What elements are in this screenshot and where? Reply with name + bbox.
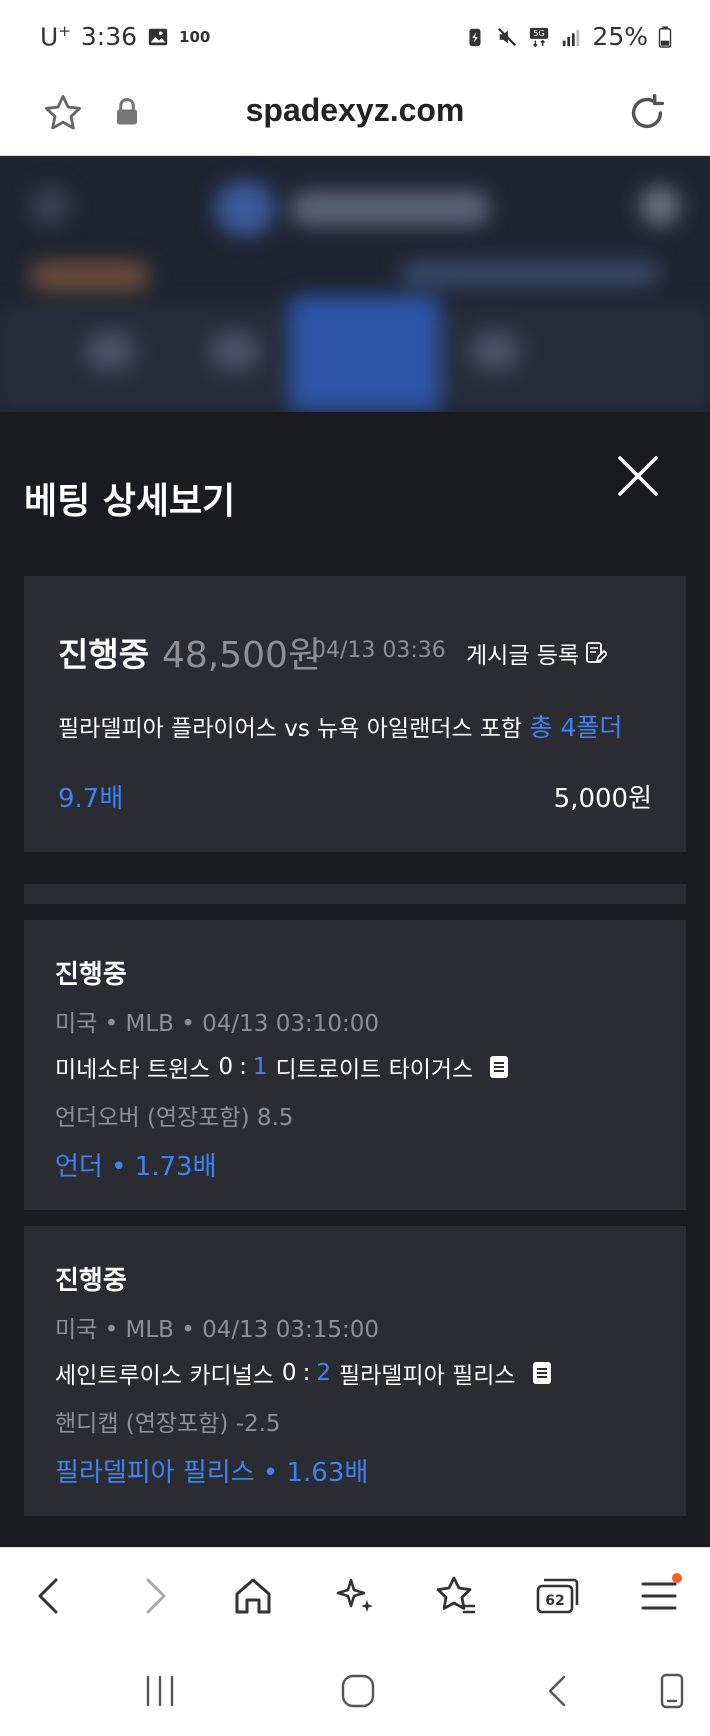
forward-icon[interactable] (130, 1572, 178, 1620)
summary-stake: 5,000원 (553, 784, 652, 814)
sparkle-icon[interactable] (331, 1572, 379, 1620)
battery-saver-icon (469, 28, 481, 46)
battery-icon (658, 25, 672, 48)
gallery-icon (148, 28, 168, 45)
bet-pick: 언더 • 1.73배 (55, 1152, 217, 1182)
status-time: 3:36 (80, 22, 138, 52)
post-register-label: 게시글 등록 (466, 643, 580, 669)
post-register-button[interactable]: 게시글 등록 (466, 636, 608, 670)
summary-match-text: 필라델피아 플라이어스 vs 뉴욕 아일랜더스 포함 (58, 716, 523, 742)
close-icon[interactable] (614, 452, 662, 500)
away-score: 1 (252, 1054, 268, 1080)
battery-percent: 25% (592, 22, 648, 51)
signal-icon (563, 29, 580, 46)
svg-text:5G: 5G (534, 28, 546, 38)
keyboard-toggle-icon[interactable] (652, 1671, 692, 1711)
home-button-icon[interactable] (338, 1671, 378, 1711)
home-icon[interactable] (229, 1572, 277, 1620)
modal-title: 베팅 상세보기 (24, 481, 236, 522)
blurred-content (0, 156, 710, 412)
bet-item-card: 진행중 미국 • MLB • 04/13 03:15:00 세인트루이스 카디널… (24, 1226, 686, 1516)
menu-icon[interactable] (635, 1572, 683, 1620)
bet-status: 진행중 (55, 1266, 127, 1296)
away-score: 2 (316, 1360, 331, 1386)
browser-toolbar: 62 (0, 1547, 710, 1643)
summary-match: 필라델피아 플라이어스 vs 뉴욕 아일랜더스 포함 총 4폴더 (58, 708, 622, 744)
status-bar: U+ 3:36 100 5G 25% (0, 0, 710, 72)
summary-status: 진행중 (58, 635, 150, 674)
home-team: 세인트루이스 카디널스 (55, 1363, 274, 1389)
bet-meta: 미국 • MLB • 04/13 03:10:00 (55, 1011, 380, 1037)
tabs-count: 62 (545, 1593, 564, 1609)
notification-badge: 100 (179, 27, 211, 46)
url-bar: spadexyz.com (0, 72, 710, 156)
document-icon[interactable] (489, 1055, 509, 1079)
section-divider (24, 884, 686, 904)
bet-summary-card: 진행중 48,500원 04/13 03:36 게시글 등록 필라델피아 플라이… (24, 576, 686, 852)
home-team: 미네소타 트윈스 (55, 1057, 211, 1083)
5g-icon: 5G (530, 27, 549, 47)
system-back-icon[interactable] (538, 1671, 578, 1711)
away-team: 디트로이트 타이거스 (275, 1057, 474, 1083)
summary-odds: 9.7배 (58, 784, 124, 814)
home-score: 0 (218, 1054, 234, 1080)
site-header-blurred (0, 156, 710, 412)
away-team: 필라델피아 필리스 (338, 1363, 516, 1389)
bet-item-card: 진행중 미국 • MLB • 04/13 03:10:00 미네소타 트윈스 0… (24, 920, 686, 1210)
summary-time: 04/13 03:36 (312, 638, 446, 663)
edit-note-icon (586, 642, 608, 663)
bet-meta: 미국 • MLB • 04/13 03:15:00 (55, 1317, 380, 1343)
home-score: 0 (281, 1360, 297, 1386)
status-right: 5G 25% (464, 22, 672, 51)
summary-amount: 48,500원 (162, 635, 322, 676)
summary-folder-count: 총 4폴더 (529, 713, 623, 742)
carrier-label: U+ (40, 22, 71, 52)
back-icon[interactable] (26, 1572, 74, 1620)
bet-teams: 미네소타 트윈스 0 : 1 디트로이트 타이거스 (55, 1050, 509, 1084)
tabs-icon[interactable]: 62 (533, 1572, 581, 1620)
bet-pick: 필라델피아 필리스 • 1.63배 (55, 1458, 369, 1488)
bet-teams: 세인트루이스 카디널스 0 : 2 필라델피아 필리스 (55, 1356, 552, 1390)
bet-market: 핸디캡 (연장포함) -2.5 (55, 1411, 281, 1437)
bookmarks-icon[interactable] (432, 1572, 480, 1620)
score-separator: : (302, 1360, 311, 1386)
bet-market: 언더오버 (연장포함) 8.5 (55, 1105, 294, 1131)
score-separator: : (239, 1054, 247, 1080)
reload-icon[interactable] (624, 90, 670, 136)
system-navigation-bar (0, 1643, 710, 1736)
recent-apps-icon[interactable] (140, 1671, 180, 1711)
mute-icon (498, 27, 517, 46)
document-icon[interactable] (532, 1361, 552, 1385)
url-address[interactable]: spadexyz.com (0, 92, 710, 129)
status-left: U+ 3:36 100 (40, 22, 210, 51)
bet-detail-modal: 베팅 상세보기 진행중 48,500원 04/13 03:36 게시글 등록 필… (0, 412, 710, 1547)
bet-status: 진행중 (55, 960, 127, 990)
